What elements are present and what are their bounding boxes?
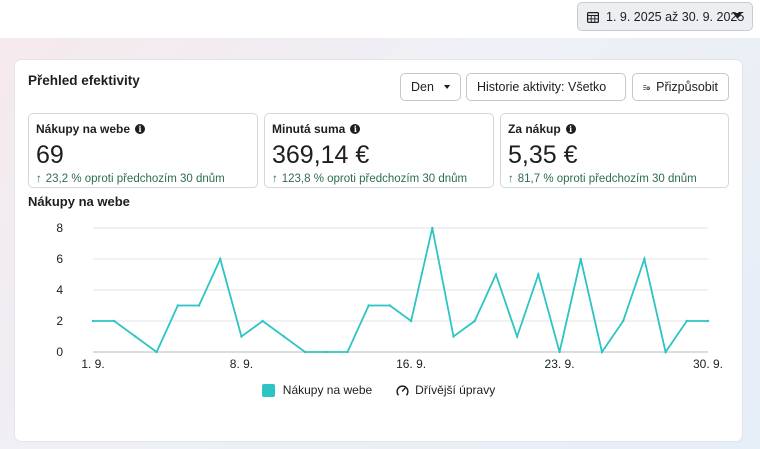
metric-label: Nákupy na webe	[36, 122, 131, 136]
chart-legend: Nákupy na webe Dřívější úpravy	[15, 383, 742, 397]
data-point	[537, 273, 540, 276]
data-point	[664, 350, 667, 354]
metric-label-row: Nákupy na webe i	[36, 122, 250, 136]
metric-change: ↑ 81,7 % oproti předchozím 30 dnům	[508, 173, 721, 185]
metric-change-text: 23,2 % oproti předchozím 30 dnům	[45, 173, 225, 185]
metric-change: ↑ 23,2 % oproti předchozím 30 dnům	[36, 173, 250, 185]
data-point	[346, 350, 349, 354]
data-point	[409, 319, 413, 323]
info-icon[interactable]: i	[350, 124, 361, 134]
legend-swatch	[261, 383, 275, 397]
data-point	[558, 350, 561, 354]
y-tick-label: 2	[56, 314, 63, 328]
calendar-icon	[587, 11, 599, 23]
metric-label-row: Minutá suma i	[272, 122, 486, 136]
data-point	[431, 226, 434, 230]
x-tick-label: 23. 9.	[545, 357, 575, 371]
top-bar: 1. 9. 2025 až 30. 9. 2025	[0, 0, 760, 38]
granularity-label: Den	[411, 80, 434, 94]
data-point	[113, 319, 116, 323]
metric-card-cost-per-purchase: Za nákup i 5,35 € ↑ 81,7 % oproti předcho…	[500, 113, 729, 188]
performance-panel: Přehled efektivity Den Historie aktivity…	[15, 60, 742, 441]
chart-title: Nákupy na webe	[28, 194, 130, 209]
metric-label: Minutá suma	[272, 122, 346, 136]
metric-value: 69	[36, 141, 64, 169]
metric-value: 369,14 €	[272, 141, 370, 169]
y-tick-label: 4	[56, 283, 63, 297]
legend-series-label: Nákupy na webe	[282, 383, 373, 397]
arrow-up-icon: ↑	[36, 173, 42, 185]
metric-card-amount-spent: Minutá suma i 369,14 € ↑ 123,8 % oproti p…	[264, 113, 494, 188]
data-point	[219, 257, 222, 261]
data-point	[494, 273, 498, 276]
arrow-up-icon: ↑	[508, 173, 514, 185]
line-chart: 0 2 4 6 8 1. 9. 8. 9. 16. 9. 23. 9. 30. 9.	[56, 221, 723, 371]
metric-label: Za nákup	[508, 122, 561, 136]
data-point	[706, 319, 710, 323]
chevron-down-icon	[443, 84, 450, 90]
data-point	[176, 304, 180, 307]
x-tick-label: 1. 9.	[81, 357, 104, 371]
customize-button[interactable]: Přizpůsobit	[632, 73, 729, 101]
metric-change-text: 123,8 % oproti předchozím 30 dnům	[281, 173, 468, 185]
data-point	[621, 319, 625, 323]
gauge-icon	[396, 385, 409, 395]
info-icon[interactable]: i	[565, 124, 576, 134]
granularity-dropdown[interactable]: Den	[400, 73, 461, 101]
metric-label-row: Za nákup i	[508, 122, 721, 136]
data-point	[155, 350, 158, 354]
data-point	[134, 335, 137, 338]
info-icon[interactable]: i	[135, 124, 146, 134]
date-range-picker[interactable]: 1. 9. 2025 až 30. 9. 2025	[577, 2, 753, 31]
metric-change: ↑ 123,8 % oproti předchozím 30 dnům	[272, 173, 486, 185]
arrow-up-icon: ↑	[272, 173, 278, 185]
data-point	[261, 319, 264, 323]
y-tick-label: 8	[56, 221, 63, 235]
customize-gear-icon	[643, 84, 650, 90]
chevron-down-icon	[733, 13, 742, 19]
data-point	[303, 350, 307, 354]
history-dropdown[interactable]: Historie aktivity: Všetko	[466, 73, 626, 101]
customize-label: Přizpůsobit	[656, 80, 718, 94]
y-tick-label: 6	[56, 252, 63, 266]
data-point	[685, 319, 688, 323]
data-point	[282, 335, 286, 338]
data-point	[197, 304, 201, 307]
history-label: Historie aktivity: Všetko	[477, 80, 607, 94]
date-range-label: 1. 9. 2025 až 30. 9. 2025	[606, 9, 745, 24]
data-point	[643, 257, 646, 261]
y-tick-label: 0	[56, 345, 63, 359]
metric-value: 5,35 €	[508, 141, 578, 169]
metric-change-text: 81,7 % oproti předchozím 30 dnům	[517, 173, 697, 185]
data-point	[240, 335, 243, 338]
legend-previous-label: Dřívější úpravy	[415, 383, 496, 397]
x-tick-label: 16. 9.	[396, 357, 426, 371]
data-point	[388, 304, 392, 307]
data-point	[325, 350, 328, 354]
data-point	[600, 350, 604, 354]
x-tick-label: 8. 9.	[230, 357, 253, 371]
legend-item-previous-edits[interactable]: Dřívější úpravy	[396, 383, 495, 397]
metric-card-web-purchases: Nákupy na webe i 69 ↑ 23,2 % oproti předc…	[28, 113, 258, 188]
data-point	[515, 335, 519, 338]
data-point	[91, 319, 95, 323]
data-point	[579, 257, 582, 261]
panel-title: Přehled efektivity	[28, 73, 140, 88]
legend-item-series[interactable]: Nákupy na webe	[261, 383, 373, 397]
data-point	[367, 304, 370, 307]
x-tick-label: 30. 9.	[693, 357, 723, 371]
data-point	[473, 319, 476, 323]
data-point	[452, 335, 455, 338]
